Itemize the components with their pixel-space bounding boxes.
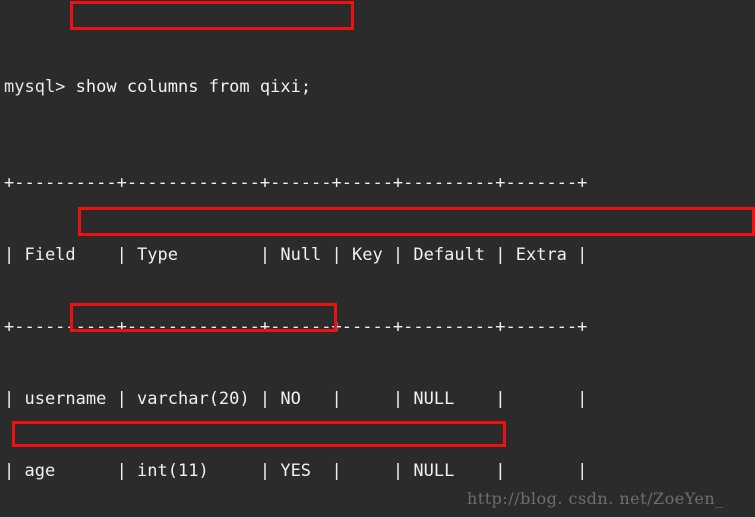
command-text-show-columns-1: show columns from qixi;	[65, 77, 312, 97]
command-line-1: mysql> show columns from qixi;	[4, 75, 755, 99]
table1-row-username: | username | varchar(20) | NO | | NULL |…	[4, 389, 588, 409]
terminal-output: mysql> show columns from qixi; +--------…	[4, 3, 755, 517]
prompt-label: mysql>	[4, 77, 66, 97]
table1-top-border: +----------+-------------+------+-----+-…	[4, 173, 588, 193]
table1-header-border: +----------+-------------+------+-----+-…	[4, 317, 588, 337]
table1-header-row: | Field | Type | Null | Key | Default | …	[4, 245, 588, 265]
watermark-url: http://blog. csdn. net/ZoeYen_	[467, 489, 724, 508]
terminal-window[interactable]: mysql> show columns from qixi; +--------…	[0, 0, 755, 517]
table1-row-age: | age | int(11) | YES | | NULL | |	[4, 461, 588, 481]
